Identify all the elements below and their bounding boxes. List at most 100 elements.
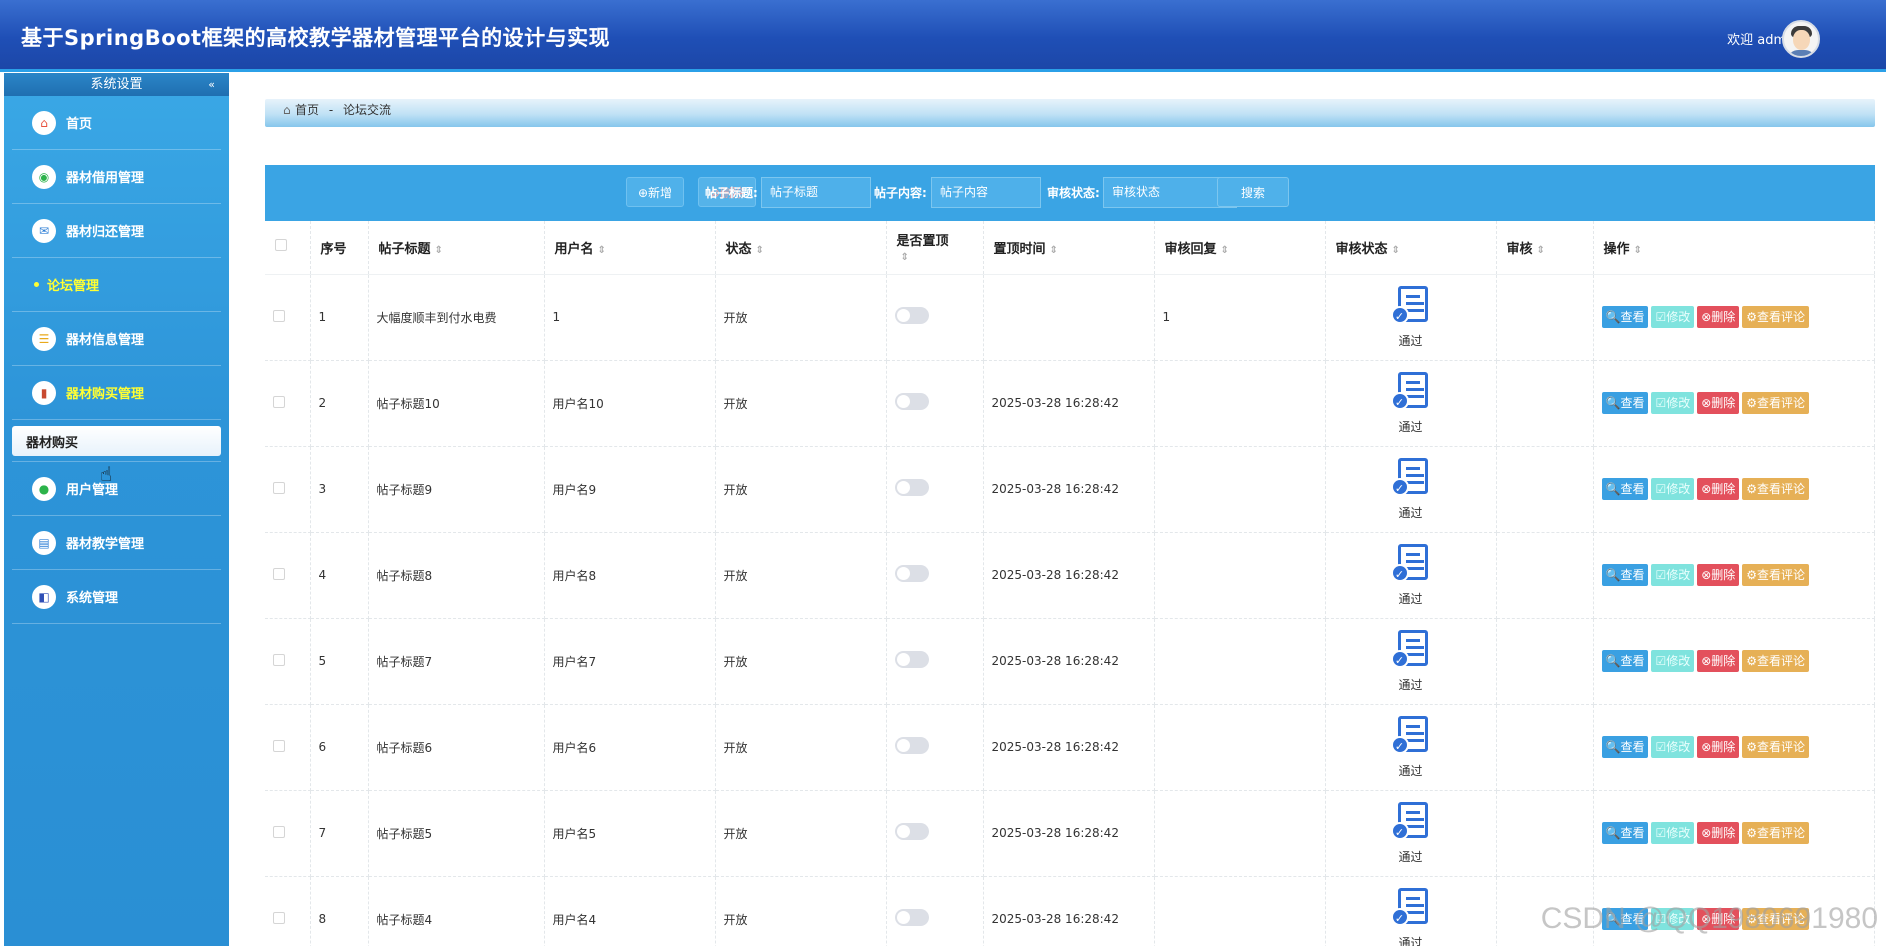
pin-toggle[interactable] <box>894 393 929 410</box>
sort-icon[interactable]: ⇕ <box>1537 245 1545 256</box>
table-row[interactable]: 6 帖子标题6 用户名6 开放 2025-03-28 16:28:42 ✓ 通过… <box>265 704 1875 791</box>
edit-button[interactable]: ☑修改 <box>1651 822 1695 844</box>
view-button[interactable]: 🔍查看 <box>1601 650 1649 672</box>
sort-icon[interactable]: ⇕ <box>435 245 443 256</box>
add-button[interactable]: ⊕新增 <box>626 177 684 207</box>
search-button[interactable]: 搜索 <box>1217 177 1289 207</box>
select-all-checkbox[interactable] <box>275 239 287 252</box>
sidebar-item-return[interactable]: ✉ 器材归还管理 <box>12 204 221 258</box>
table-row[interactable]: 7 帖子标题5 用户名5 开放 2025-03-28 16:28:42 ✓ 通过… <box>265 790 1875 877</box>
sidebar-item-forum[interactable]: 论坛管理 <box>12 258 221 312</box>
sidebar-heading[interactable]: 系统设置 « <box>4 73 229 96</box>
row-checkbox[interactable] <box>273 825 285 838</box>
delete-row-button[interactable]: ⊗删除 <box>1697 650 1740 672</box>
audit-document-icon[interactable]: ✓ <box>1390 543 1432 584</box>
pin-toggle[interactable] <box>894 307 929 324</box>
submenu-item-purchase[interactable]: 器材购买 <box>12 426 221 456</box>
view-comments-button[interactable]: ⚙查看评论 <box>1742 564 1810 586</box>
audit-document-icon[interactable]: ✓ <box>1390 629 1432 670</box>
table-row[interactable]: 5 帖子标题7 用户名7 开放 2025-03-28 16:28:42 ✓ 通过… <box>265 618 1875 705</box>
column-header[interactable]: 审核 ⇕ <box>1496 221 1594 275</box>
column-header[interactable]: 操作 ⇕ <box>1593 221 1875 275</box>
audit-document-icon[interactable]: ✓ <box>1390 715 1432 756</box>
column-header[interactable]: 是否置顶 ⇕ <box>886 221 984 275</box>
view-comments-button[interactable]: ⚙查看评论 <box>1742 392 1810 414</box>
title-search-input[interactable]: 帖子标题 <box>761 177 871 208</box>
row-checkbox[interactable] <box>273 653 285 666</box>
view-comments-button[interactable]: ⚙查看评论 <box>1742 822 1810 844</box>
audit-reply <box>1154 532 1326 619</box>
sort-icon[interactable]: ⇕ <box>1221 245 1229 256</box>
audit-document-icon[interactable]: ✓ <box>1390 801 1432 842</box>
view-button[interactable]: 🔍查看 <box>1601 478 1649 500</box>
edit-button[interactable]: ☑修改 <box>1651 650 1695 672</box>
sidebar-item-system[interactable]: ◧ 系统管理 <box>12 570 221 624</box>
avatar[interactable] <box>1782 20 1820 58</box>
table-row[interactable]: 4 帖子标题8 用户名8 开放 2025-03-28 16:28:42 ✓ 通过… <box>265 532 1875 619</box>
view-button[interactable]: 🔍查看 <box>1601 306 1649 328</box>
view-button[interactable]: 🔍查看 <box>1601 822 1649 844</box>
table-row[interactable]: 3 帖子标题9 用户名9 开放 2025-03-28 16:28:42 ✓ 通过… <box>265 446 1875 533</box>
sort-icon[interactable]: ⇕ <box>1634 245 1642 256</box>
collapse-icon[interactable]: « <box>208 73 215 96</box>
audit-document-icon[interactable]: ✓ <box>1390 285 1432 326</box>
delete-row-button[interactable]: ⊗删除 <box>1697 564 1740 586</box>
table-icon: ▤ <box>32 530 56 555</box>
edit-button[interactable]: ☑修改 <box>1651 392 1695 414</box>
sort-icon[interactable]: ⇕ <box>1392 245 1400 256</box>
row-checkbox[interactable] <box>273 309 285 322</box>
pin-toggle[interactable] <box>894 909 929 926</box>
sidebar-item-teaching[interactable]: ▤ 器材教学管理 <box>12 516 221 570</box>
view-comments-button[interactable]: ⚙查看评论 <box>1742 306 1810 328</box>
sidebar-item-purchase[interactable]: ▮ 器材购买管理 <box>12 366 221 420</box>
audit-document-icon[interactable]: ✓ <box>1390 887 1432 928</box>
row-checkbox[interactable] <box>273 567 285 580</box>
bullet-icon <box>34 282 39 287</box>
edit-button[interactable]: ☑修改 <box>1651 564 1695 586</box>
view-comments-button[interactable]: ⚙查看评论 <box>1742 650 1810 672</box>
column-header[interactable]: 置顶时间 ⇕ <box>983 221 1155 275</box>
view-comments-button[interactable]: ⚙查看评论 <box>1742 736 1810 758</box>
sort-icon[interactable]: ⇕ <box>598 245 606 256</box>
table-row[interactable]: 2 帖子标题10 用户名10 开放 2025-03-28 16:28:42 ✓ … <box>265 360 1875 447</box>
breadcrumb-home[interactable]: 首页 <box>295 103 319 117</box>
row-checkbox[interactable] <box>273 481 285 494</box>
pin-toggle[interactable] <box>894 823 929 840</box>
sidebar-item-borrow[interactable]: ◉ 器材借用管理 <box>12 150 221 204</box>
column-header[interactable]: 审核回复 ⇕ <box>1154 221 1326 275</box>
pin-toggle[interactable] <box>894 565 929 582</box>
audit-document-icon[interactable]: ✓ <box>1390 457 1432 498</box>
edit-button[interactable]: ☑修改 <box>1651 478 1695 500</box>
pin-toggle[interactable] <box>894 479 929 496</box>
sidebar-item-home[interactable]: ⌂ 首页 <box>12 96 221 150</box>
delete-row-button[interactable]: ⊗删除 <box>1697 306 1740 328</box>
table-row[interactable]: 1 大幅度顺丰到付水电费 1 开放 1 ✓ 通过 🔍查看 ☑修改 ⊗删除 ⚙查看评论 <box>265 274 1875 361</box>
sort-icon[interactable]: ⇕ <box>756 245 764 256</box>
delete-row-button[interactable]: ⊗删除 <box>1697 822 1740 844</box>
view-comments-button[interactable]: ⚙查看评论 <box>1742 478 1810 500</box>
row-checkbox[interactable] <box>273 395 285 408</box>
delete-row-button[interactable]: ⊗删除 <box>1697 736 1740 758</box>
row-checkbox[interactable] <box>273 739 285 752</box>
pin-toggle[interactable] <box>894 737 929 754</box>
column-header[interactable]: 序号 <box>310 221 369 275</box>
edit-button[interactable]: ☑修改 <box>1651 306 1695 328</box>
sidebar-item-users[interactable]: ● 用户管理 <box>12 462 221 516</box>
pin-toggle[interactable] <box>894 651 929 668</box>
column-header[interactable]: 状态 ⇕ <box>715 221 887 275</box>
sort-icon[interactable]: ⇕ <box>1050 245 1058 256</box>
column-header[interactable]: 帖子标题 ⇕ <box>368 221 545 275</box>
sort-icon[interactable]: ⇕ <box>901 252 909 263</box>
delete-row-button[interactable]: ⊗删除 <box>1697 478 1740 500</box>
delete-row-button[interactable]: ⊗删除 <box>1697 392 1740 414</box>
column-header[interactable]: 用户名 ⇕ <box>544 221 716 275</box>
view-button[interactable]: 🔍查看 <box>1601 392 1649 414</box>
view-button[interactable]: 🔍查看 <box>1601 736 1649 758</box>
sidebar-item-equipment-info[interactable]: ☰ 器材信息管理 <box>12 312 221 366</box>
row-checkbox[interactable] <box>273 911 285 924</box>
edit-button[interactable]: ☑修改 <box>1651 736 1695 758</box>
content-search-input[interactable]: 帖子内容 <box>931 177 1041 208</box>
view-button[interactable]: 🔍查看 <box>1601 564 1649 586</box>
audit-document-icon[interactable]: ✓ <box>1390 371 1432 412</box>
column-header[interactable]: 审核状态 ⇕ <box>1325 221 1497 275</box>
